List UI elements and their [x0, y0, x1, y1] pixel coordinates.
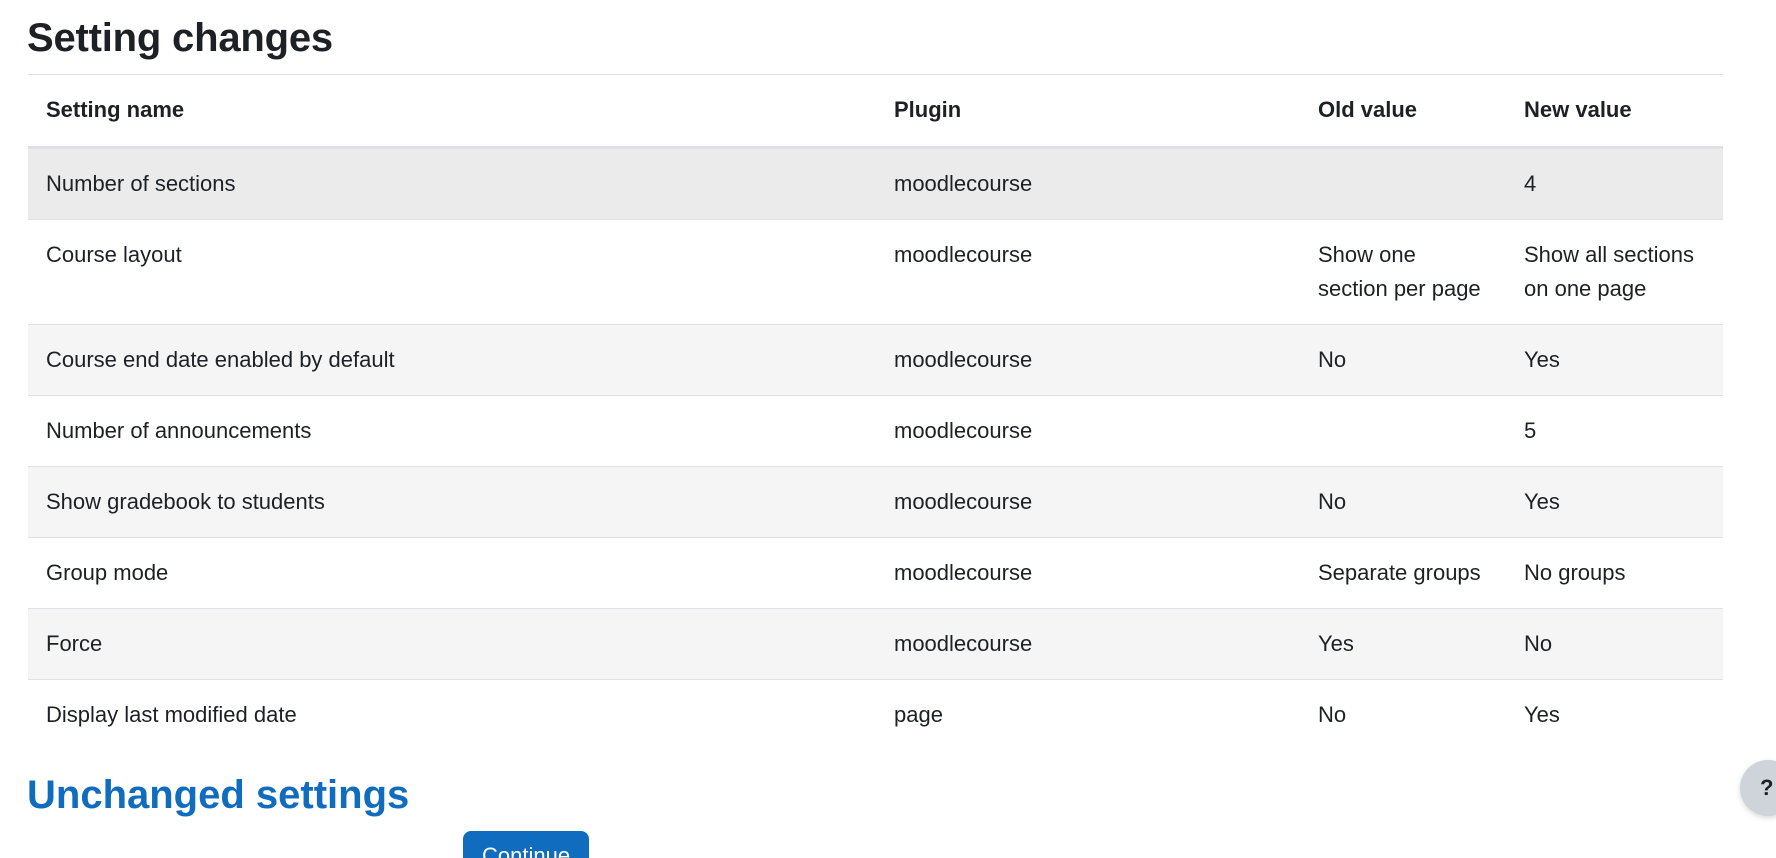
cell-setting-name: Force: [28, 608, 876, 680]
table-row: Number of announcements moodlecourse 5: [28, 395, 1723, 467]
cell-old-value: Separate groups: [1300, 537, 1506, 609]
cell-new-value: Yes: [1506, 324, 1723, 396]
cell-new-value: 5: [1506, 395, 1723, 467]
cell-new-value: No groups: [1506, 537, 1723, 609]
cell-new-value: Show all sections on one page: [1506, 219, 1723, 325]
cell-setting-name: Course layout: [28, 219, 876, 325]
cell-plugin: moodlecourse: [876, 608, 1300, 680]
cell-plugin: moodlecourse: [876, 219, 1300, 325]
cell-old-value: No: [1318, 701, 1347, 727]
cell-plugin: page: [894, 701, 943, 727]
cell-plugin: moodlecourse: [876, 324, 1300, 396]
cell-setting-name: Number of sections: [28, 147, 876, 220]
cell-old-value: No: [1300, 466, 1506, 538]
table-row: Show gradebook to students moodlecourse …: [28, 466, 1723, 538]
cell-setting-name: Display last modified date: [46, 701, 297, 727]
table-header-row: Setting name Plugin Old value New value: [28, 75, 1723, 149]
table-row: Course end date enabled by default moodl…: [28, 324, 1723, 396]
setting-changes-table: Setting name Plugin Old value New value …: [28, 75, 1723, 750]
cell-setting-name: Course end date enabled by default: [28, 324, 876, 396]
cell-old-value: No: [1300, 324, 1506, 396]
table-row: Force moodlecourse Yes No: [28, 608, 1723, 680]
cell-old-value: Show one section per page: [1300, 219, 1506, 325]
header-old-value: Old value: [1300, 75, 1506, 149]
table-row: Group mode moodlecourse Separate groups …: [28, 537, 1723, 609]
page: Setting changes Setting name Plugin Old …: [0, 0, 1776, 858]
page-title: Setting changes: [27, 16, 333, 60]
header-setting-name: Setting name: [28, 75, 876, 149]
cell-old-value: [1300, 147, 1506, 220]
header-plugin: Plugin: [876, 75, 1300, 149]
table-row: Display last modified date page No Yes: [28, 679, 1723, 750]
cell-new-value: No: [1506, 608, 1723, 680]
cell-new-value: Yes: [1506, 466, 1723, 538]
question-mark-icon: ?: [1760, 775, 1774, 800]
cell-new-value: 4: [1506, 147, 1723, 220]
cell-plugin: moodlecourse: [876, 395, 1300, 467]
cell-setting-name: Show gradebook to students: [28, 466, 876, 538]
table-row: Course layout moodlecourse Show one sect…: [28, 219, 1723, 325]
unchanged-settings-link[interactable]: Unchanged settings: [27, 773, 409, 818]
cell-old-value: [1300, 395, 1506, 467]
help-button[interactable]: ?: [1740, 760, 1776, 816]
cell-setting-name: Number of announcements: [28, 395, 876, 467]
cell-new-value: Yes: [1524, 701, 1560, 727]
cell-plugin: moodlecourse: [876, 147, 1300, 220]
header-new-value: New value: [1506, 75, 1723, 149]
cell-setting-name: Group mode: [28, 537, 876, 609]
cell-plugin: moodlecourse: [876, 537, 1300, 609]
continue-button[interactable]: Continue: [463, 831, 590, 858]
cell-old-value: Yes: [1300, 608, 1506, 680]
setting-changes-table-wrap: Setting name Plugin Old value New value …: [28, 74, 1723, 750]
table-row: Number of sections moodlecourse 4: [28, 147, 1723, 220]
cell-plugin: moodlecourse: [876, 466, 1300, 538]
